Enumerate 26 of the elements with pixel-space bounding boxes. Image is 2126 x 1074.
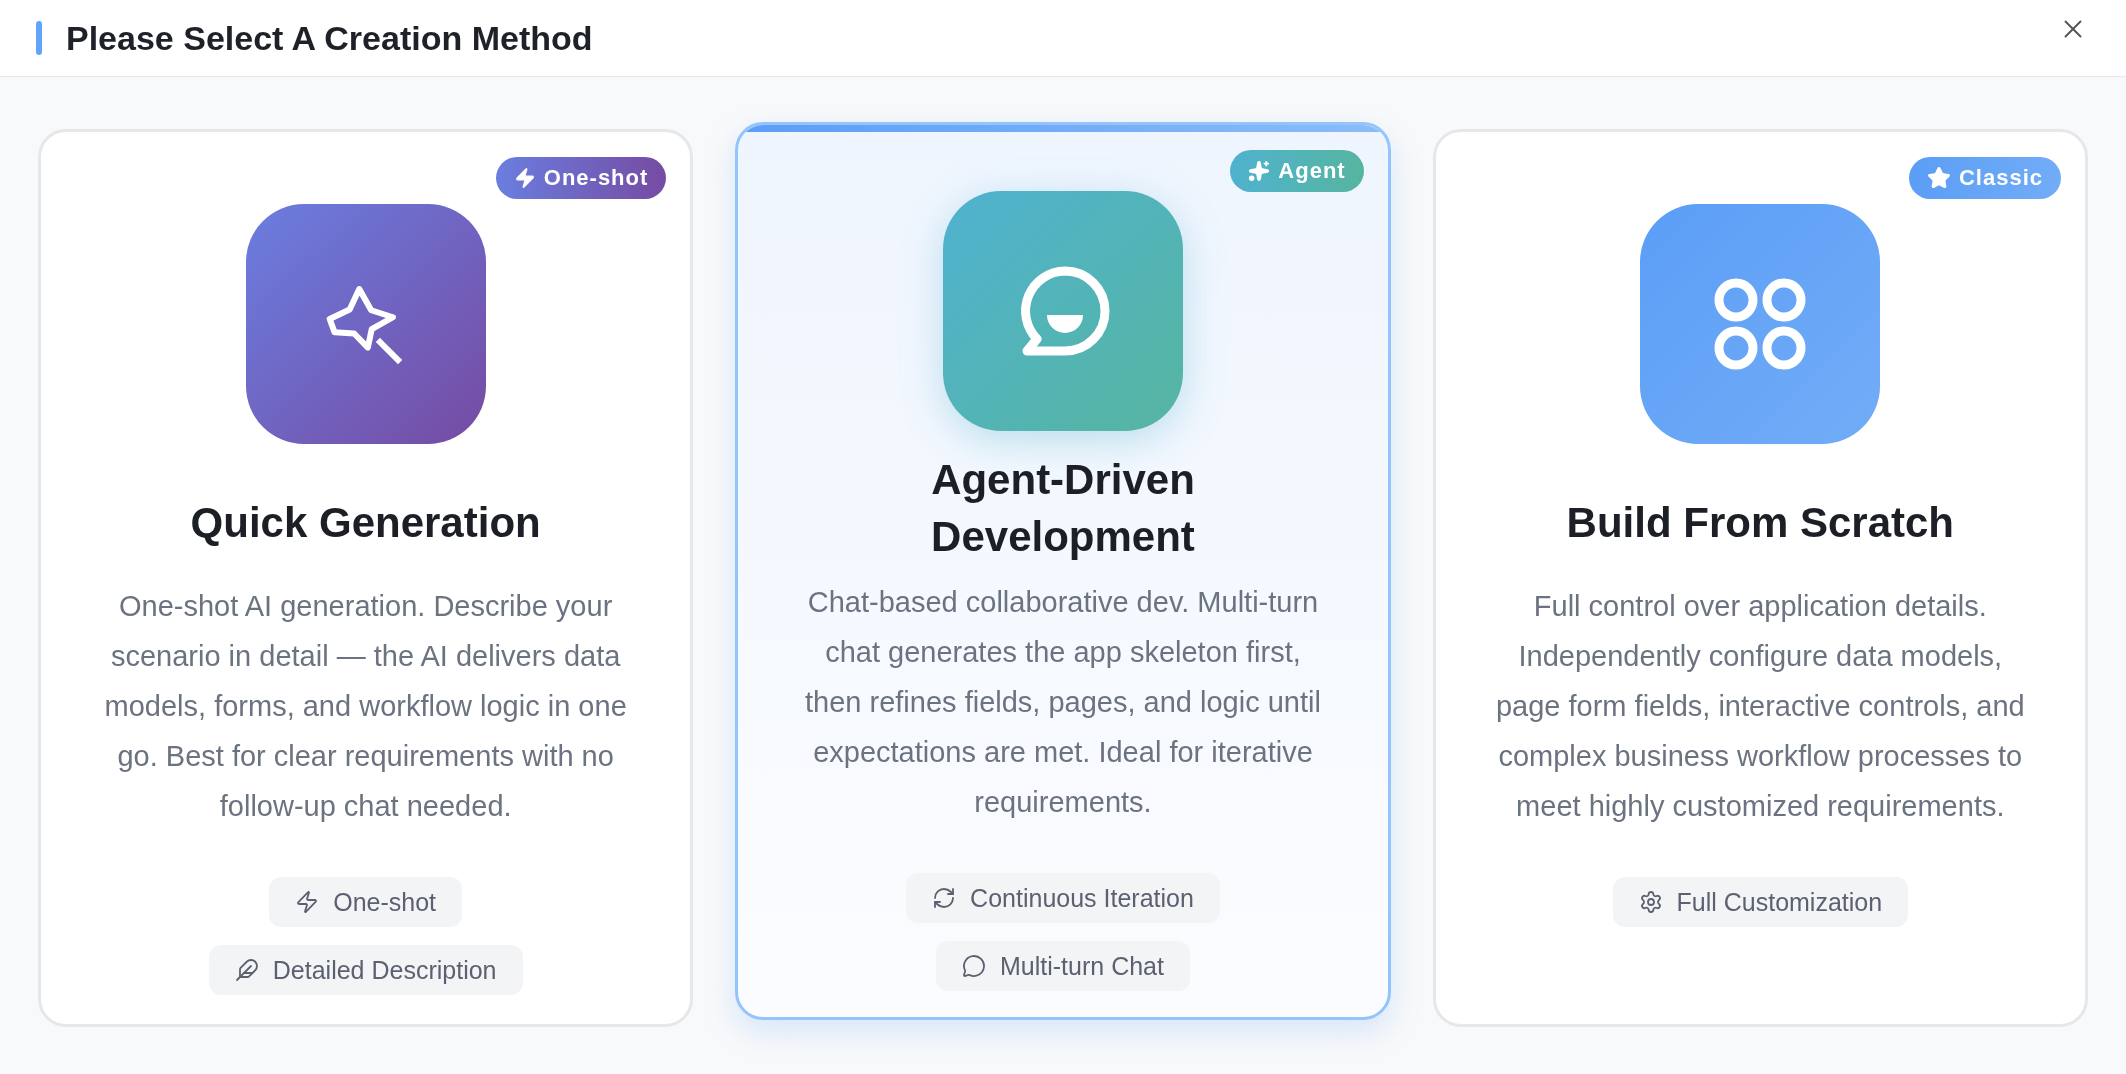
four-circles-icon (1714, 278, 1807, 370)
card-title: Agent-Driven Development (930, 455, 1196, 562)
card-description: Chat-based collaborative dev. Multi-turn chat generates the app skeleton first, then refines fields, pages, and logic until expectations are met. Ideal for iterative requirements. (804, 585, 1322, 820)
tag-label: One-shot (333, 887, 437, 917)
dialog-title: Please Select A Creation Method (66, 18, 593, 58)
tag-label: Multi-turn Chat (1000, 951, 1164, 981)
sparkles-icon (1248, 160, 1271, 182)
card-description: Full control over application details. Independently configure data models, page form fields, interactive controls, and complex business workflow processes to meet highly customized requirements. (1495, 589, 2026, 824)
lightning-icon (295, 890, 320, 914)
tag-label: Continuous Iteration (970, 883, 1194, 913)
card-title: Quick Generation (190, 498, 541, 548)
lightning-icon (513, 167, 536, 189)
card-description: One-shot AI generation. Describe your scenario in detail — the AI delivers data models, forms, and workflow logic in one go. Best for clear requirements with no follow-up chat needed. (103, 589, 628, 824)
method-badge: Agent (1230, 150, 1364, 192)
feather-icon (234, 958, 259, 982)
method-badge: Classic (1908, 157, 2061, 199)
tag-label: Full Customization (1676, 887, 1883, 917)
method-card[interactable] (735, 122, 1391, 1020)
tag-label: Detailed Description (272, 955, 497, 985)
star-icon (1926, 166, 1951, 190)
speech-bubble-icon (962, 954, 986, 978)
refresh-icon (932, 886, 957, 910)
method-badge: One-shot (495, 157, 667, 199)
title-accent-bar (36, 21, 42, 55)
card-title: Build From Scratch (1566, 498, 1954, 548)
gear-icon (1638, 890, 1663, 914)
